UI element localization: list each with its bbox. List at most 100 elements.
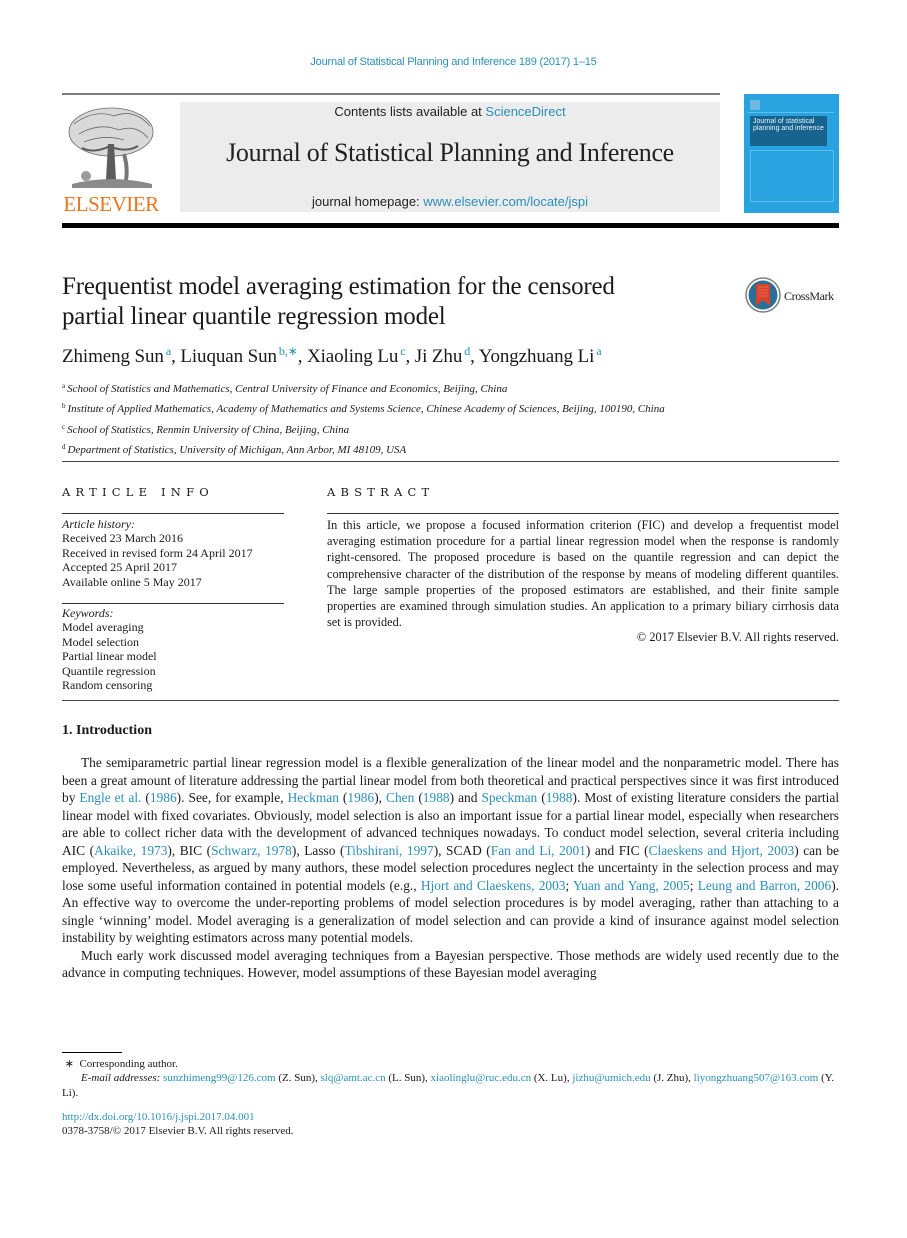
affiliation-marker[interactable]: a	[596, 344, 601, 358]
email-link[interactable]: sunzhimeng99@126.com	[163, 1072, 275, 1084]
article-title-line-2: partial linear quantile regression model	[62, 303, 446, 330]
contents-line: Contents lists available at ScienceDirec…	[180, 104, 720, 119]
text-run: (	[537, 790, 546, 805]
text-run: ),	[374, 790, 387, 805]
affiliation-marker[interactable]: b,∗	[279, 344, 298, 358]
citation-link[interactable]: Schwarz, 1978	[211, 843, 292, 858]
email-addresses: E-mail addresses: sunzhimeng99@126.com (…	[62, 1072, 835, 1099]
cover-logo-icon	[750, 100, 760, 110]
history-item: Available online 5 May 2017	[62, 574, 202, 589]
divider	[62, 513, 284, 514]
affiliation: c School of Statistics, Renmin University…	[62, 422, 350, 436]
citation-link[interactable]: Heckman	[288, 790, 339, 805]
cover-panel	[750, 150, 834, 202]
running-head[interactable]: Journal of Statistical Planning and Infe…	[0, 56, 907, 68]
homepage-prefix: journal homepage:	[311, 194, 424, 209]
corresponding-author-note: ∗ Corresponding author.	[64, 1058, 178, 1070]
keyword: Random censoring	[62, 678, 153, 693]
text-run: ) and FIC (	[585, 842, 649, 858]
cover-title: Journal of statistical planning and infe…	[750, 116, 827, 146]
text-run: ), Lasso (	[291, 842, 345, 858]
citation-link[interactable]: Leung and Barron, 2006	[698, 878, 832, 893]
sciencedirect-link[interactable]: ScienceDirect	[485, 104, 565, 119]
citation-link[interactable]: Claeskens and Hjort, 2003	[649, 843, 795, 858]
email-link[interactable]: jizhu@umich.edu	[572, 1072, 650, 1084]
text-run: ) and	[449, 790, 482, 805]
author-list: Zhimeng Sun a, Liuquan Sun b,∗, Xiaoling L…	[62, 344, 602, 367]
author[interactable]: Yongzhuang Li a	[479, 344, 602, 367]
article-history-label: Article history:	[62, 517, 135, 531]
author[interactable]: Ji Zhu d	[415, 344, 470, 367]
affiliation-marker[interactable]: c	[400, 344, 405, 358]
email-link[interactable]: slq@amt.ac.cn	[321, 1072, 386, 1084]
citation-link[interactable]: Tibshirani, 1997	[344, 843, 433, 858]
history-item: Accepted 25 April 2017	[62, 560, 177, 575]
email-link[interactable]: xiaolinglu@ruc.edu.cn	[431, 1072, 532, 1084]
contents-prefix: Contents lists available at	[334, 104, 486, 119]
abstract-heading: ABSTRACT	[327, 485, 435, 499]
keyword: Model selection	[62, 634, 139, 649]
section-heading-introduction: 1. Introduction	[62, 723, 152, 738]
divider	[62, 461, 839, 462]
journal-cover-thumbnail[interactable]: Journal of statistical planning and infe…	[744, 94, 839, 213]
elsevier-tree-icon	[68, 107, 154, 188]
divider	[327, 513, 839, 514]
introduction-body: The semiparametric partial linear regres…	[62, 754, 839, 982]
affiliation: a School of Statistics and Mathematics, C…	[62, 382, 508, 395]
elsevier-logo[interactable]: ELSEVIER	[62, 104, 160, 216]
masthead-bottom-rule	[62, 223, 839, 228]
journal-name: Journal of Statistical Planning and Infe…	[226, 138, 674, 167]
text-run: ;	[689, 877, 698, 893]
citation-link[interactable]: Akaike, 1973	[94, 843, 167, 858]
doi-link[interactable]: http://dx.doi.org/10.1016/j.jspi.2017.04…	[62, 1111, 255, 1123]
affiliation-marker[interactable]: d	[464, 344, 470, 358]
citation-link[interactable]: Engle et al.	[79, 790, 141, 805]
affiliations: a School of Statistics and Mathematics, C…	[62, 378, 842, 460]
keyword: Partial linear model	[62, 649, 157, 664]
divider	[62, 700, 839, 701]
masthead-top-rule	[62, 93, 720, 95]
citation-link[interactable]: Hjort and Claeskens, 2003	[421, 878, 566, 893]
crossmark-button[interactable]: CrossMark	[745, 277, 845, 315]
citation-link[interactable]: 1986	[150, 790, 177, 805]
divider	[62, 603, 284, 604]
text-run: (	[141, 790, 150, 805]
affiliation-marker[interactable]: a	[166, 344, 171, 358]
cover-header-rule	[748, 98, 834, 113]
article-title: Frequentist model averaging estimation f…	[62, 272, 712, 332]
text-run: ). See, for example,	[176, 790, 288, 805]
doi-block: http://dx.doi.org/10.1016/j.jspi.2017.04…	[62, 1110, 839, 1139]
author[interactable]: Zhimeng Sun a	[62, 344, 171, 367]
masthead-box: Contents lists available at ScienceDirec…	[180, 102, 720, 212]
paragraph: Much early work discussed model averagin…	[62, 947, 839, 981]
keyword: Quantile regression	[62, 663, 156, 678]
text-run: (	[414, 790, 423, 805]
abstract-text: In this article, we propose a focused in…	[327, 518, 839, 630]
text-run: ;	[565, 877, 573, 893]
author[interactable]: Xiaoling Lu c	[307, 344, 406, 367]
journal-homepage-link[interactable]: www.elsevier.com/locate/jspi	[423, 194, 588, 209]
citation-link[interactable]: Yuan and Yang, 2005	[573, 878, 690, 893]
citation-link[interactable]: 1986	[347, 790, 374, 805]
crossmark-icon	[745, 277, 781, 313]
citation-link[interactable]: 1988	[423, 790, 450, 805]
footnote-star: ∗	[64, 1058, 74, 1070]
history-item: Received in revised form 24 April 2017	[62, 545, 253, 560]
citation-link[interactable]: Fan and Li, 2001	[491, 843, 586, 858]
history-item: Received 23 March 2016	[62, 531, 183, 546]
footnotes: ∗ Corresponding author. E-mail addresses…	[62, 1057, 839, 1100]
homepage-line: journal homepage: www.elsevier.com/locat…	[180, 194, 720, 209]
citation-link[interactable]: 1988	[546, 790, 573, 805]
elsevier-wordmark: ELSEVIER	[63, 192, 159, 216]
article-history: Article history: Received 23 March 2016 …	[62, 517, 284, 589]
crossmark-label: CrossMark	[784, 289, 834, 303]
citation-link[interactable]: Speckman	[481, 790, 537, 805]
text-run: ), SCAD (	[433, 842, 491, 858]
keywords-label: Keywords:	[62, 606, 114, 620]
email-link[interactable]: liyongzhuang507@163.com	[694, 1072, 819, 1084]
text-run: ), BIC (	[167, 842, 212, 858]
citation-link[interactable]: Chen	[386, 790, 414, 805]
author[interactable]: Liuquan Sun b,∗	[180, 344, 298, 367]
abstract-copyright: © 2017 Elsevier B.V. All rights reserved…	[636, 630, 839, 644]
article-info-heading: ARTICLE INFO	[62, 485, 214, 499]
